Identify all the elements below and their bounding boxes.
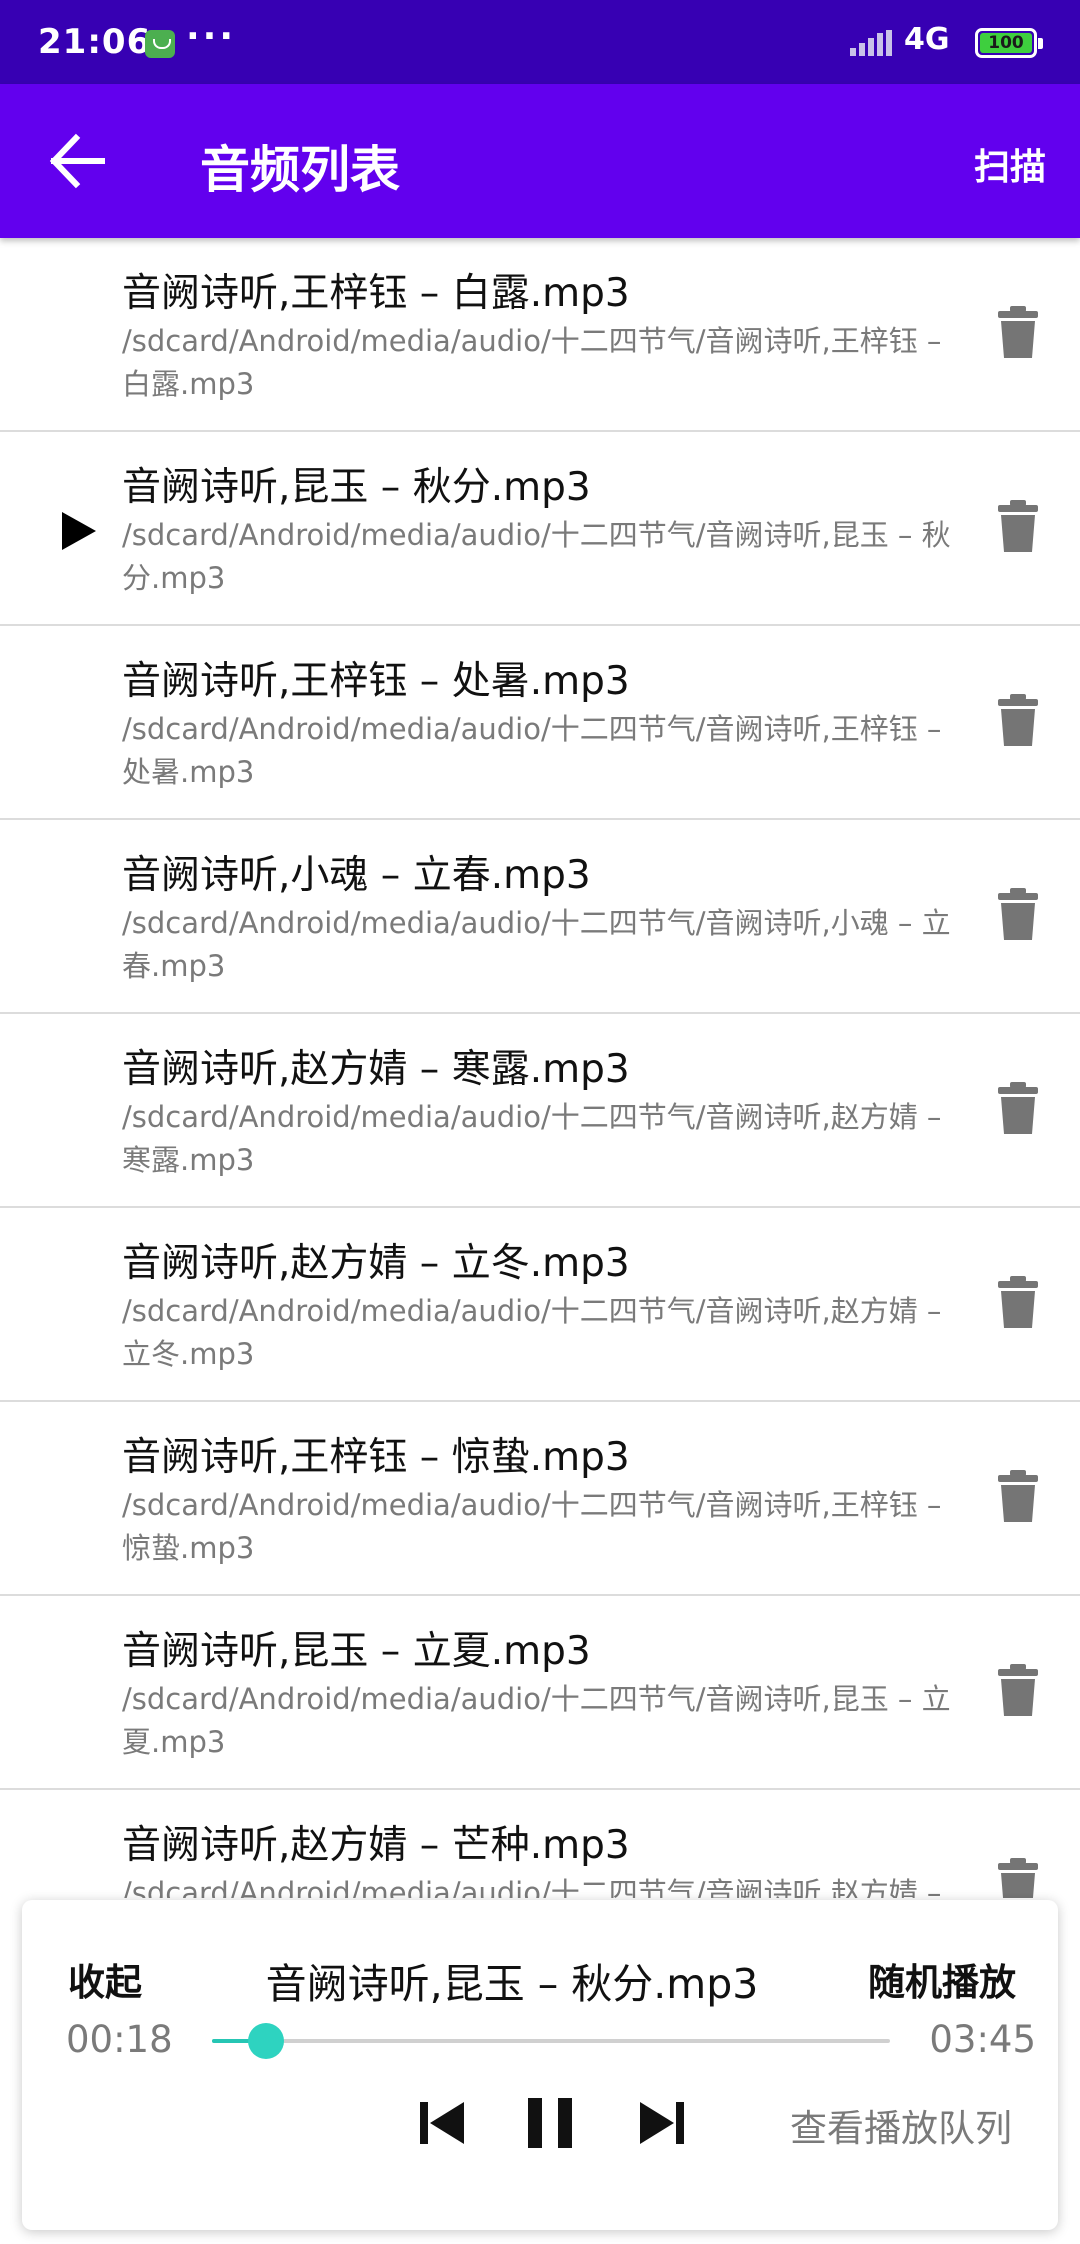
list-item[interactable]: 音阙诗听,王梓钰 – 惊蛰.mp3/sdcard/Android/media/a…	[0, 1402, 1080, 1596]
item-path: /sdcard/Android/media/audio/十二四节气/音阙诗听,赵…	[122, 1100, 942, 1177]
delete-button[interactable]	[996, 1856, 1040, 1898]
total-time: 03:45	[929, 2018, 1036, 2061]
pause-button[interactable]	[522, 2090, 578, 2156]
item-path: /sdcard/Android/media/audio/十二四节气/音阙诗听,王…	[122, 712, 942, 789]
list-item[interactable]: 音阙诗听,王梓钰 – 处暑.mp3/sdcard/Android/media/a…	[0, 626, 1080, 820]
item-title: 音阙诗听,王梓钰 – 处暑.mp3	[122, 659, 630, 704]
item-path: /sdcard/Android/media/audio/十二四节气/音阙诗听,赵…	[122, 1876, 942, 1898]
trash-icon	[998, 888, 1038, 940]
delete-button[interactable]	[996, 1468, 1040, 1524]
scan-button[interactable]: 扫描	[974, 138, 1046, 190]
item-path: /sdcard/Android/media/audio/十二四节气/音阙诗听,赵…	[122, 1294, 942, 1371]
battery-level: 100	[980, 33, 1032, 53]
trash-icon	[998, 500, 1038, 552]
delete-button[interactable]	[996, 1662, 1040, 1718]
trash-icon	[998, 1082, 1038, 1134]
trash-icon	[998, 1470, 1038, 1522]
player-card: 收起 音阙诗听,昆玉 – 秋分.mp3 随机播放 00:18 03:45 查看播…	[22, 1900, 1058, 2230]
view-queue-button[interactable]: 查看播放队列	[790, 2098, 1012, 2152]
trash-icon	[998, 306, 1038, 358]
app-bar: 音频列表 扫描	[0, 84, 1080, 238]
trash-icon	[998, 694, 1038, 746]
item-path: /sdcard/Android/media/audio/十二四节气/音阙诗听,昆…	[122, 1682, 951, 1759]
collapse-button[interactable]: 收起	[68, 1952, 142, 2006]
list-item[interactable]: 音阙诗听,赵方婧 – 芒种.mp3/sdcard/Android/media/a…	[0, 1790, 1080, 1898]
play-mode-button[interactable]: 随机播放	[868, 1952, 1016, 2006]
now-playing-title: 音阙诗听,昆玉 – 秋分.mp3	[265, 1960, 759, 2008]
skip-next-icon	[640, 2102, 684, 2144]
status-bar: 21:06 ··· 4G 100	[0, 0, 1080, 84]
play-icon	[62, 512, 96, 550]
item-title: 音阙诗听,昆玉 – 立夏.mp3	[122, 1629, 591, 1674]
delete-button[interactable]	[996, 1274, 1040, 1330]
item-title: 音阙诗听,王梓钰 – 白露.mp3	[122, 271, 630, 316]
trash-icon	[998, 1858, 1038, 1898]
list-item[interactable]: 音阙诗听,昆玉 – 秋分.mp3/sdcard/Android/media/au…	[0, 432, 1080, 626]
notification-app-icon	[145, 30, 175, 58]
list-item[interactable]: 音阙诗听,赵方婧 – 立冬.mp3/sdcard/Android/media/a…	[0, 1208, 1080, 1402]
list-item[interactable]: 音阙诗听,王梓钰 – 白露.mp3/sdcard/Android/media/a…	[0, 238, 1080, 432]
signal-icon	[850, 30, 894, 56]
page-title: 音频列表	[200, 141, 400, 199]
next-button[interactable]	[634, 2090, 690, 2156]
item-title: 音阙诗听,王梓钰 – 惊蛰.mp3	[122, 1435, 630, 1480]
pause-icon	[528, 2098, 572, 2148]
network-type: 4G	[904, 22, 950, 57]
more-notifications-icon: ···	[186, 16, 237, 57]
item-title: 音阙诗听,赵方婧 – 立冬.mp3	[122, 1241, 630, 1286]
item-path: /sdcard/Android/media/audio/十二四节气/音阙诗听,昆…	[122, 518, 951, 595]
item-title: 音阙诗听,昆玉 – 秋分.mp3	[122, 465, 591, 510]
seek-thumb[interactable]	[248, 2023, 285, 2059]
skip-previous-icon	[420, 2102, 464, 2144]
delete-button[interactable]	[996, 1080, 1040, 1136]
list-item[interactable]: 音阙诗听,赵方婧 – 寒露.mp3/sdcard/Android/media/a…	[0, 1014, 1080, 1208]
item-title: 音阙诗听,赵方婧 – 寒露.mp3	[122, 1047, 630, 1092]
trash-icon	[998, 1664, 1038, 1716]
item-title: 音阙诗听,赵方婧 – 芒种.mp3	[122, 1823, 630, 1868]
arrow-left-icon	[49, 133, 105, 189]
delete-button[interactable]	[996, 498, 1040, 554]
seek-bar[interactable]	[212, 2018, 890, 2064]
trash-icon	[998, 1276, 1038, 1328]
list-item[interactable]: 音阙诗听,昆玉 – 立夏.mp3/sdcard/Android/media/au…	[0, 1596, 1080, 1790]
back-button[interactable]	[44, 130, 110, 192]
current-time: 00:18	[66, 2018, 173, 2061]
item-title: 音阙诗听,小魂 – 立春.mp3	[122, 853, 591, 898]
delete-button[interactable]	[996, 886, 1040, 942]
item-path: /sdcard/Android/media/audio/十二四节气/音阙诗听,小…	[122, 906, 951, 983]
audio-list: 音阙诗听,王梓钰 – 白露.mp3/sdcard/Android/media/a…	[0, 238, 1080, 1898]
battery-icon: 100	[975, 28, 1043, 58]
list-item[interactable]: 音阙诗听,小魂 – 立春.mp3/sdcard/Android/media/au…	[0, 820, 1080, 1014]
delete-button[interactable]	[996, 304, 1040, 360]
item-path: /sdcard/Android/media/audio/十二四节气/音阙诗听,王…	[122, 1488, 942, 1565]
previous-button[interactable]	[414, 2090, 470, 2156]
seek-track	[212, 2039, 890, 2043]
status-time: 21:06	[38, 22, 152, 62]
delete-button[interactable]	[996, 692, 1040, 748]
item-path: /sdcard/Android/media/audio/十二四节气/音阙诗听,王…	[122, 324, 942, 401]
